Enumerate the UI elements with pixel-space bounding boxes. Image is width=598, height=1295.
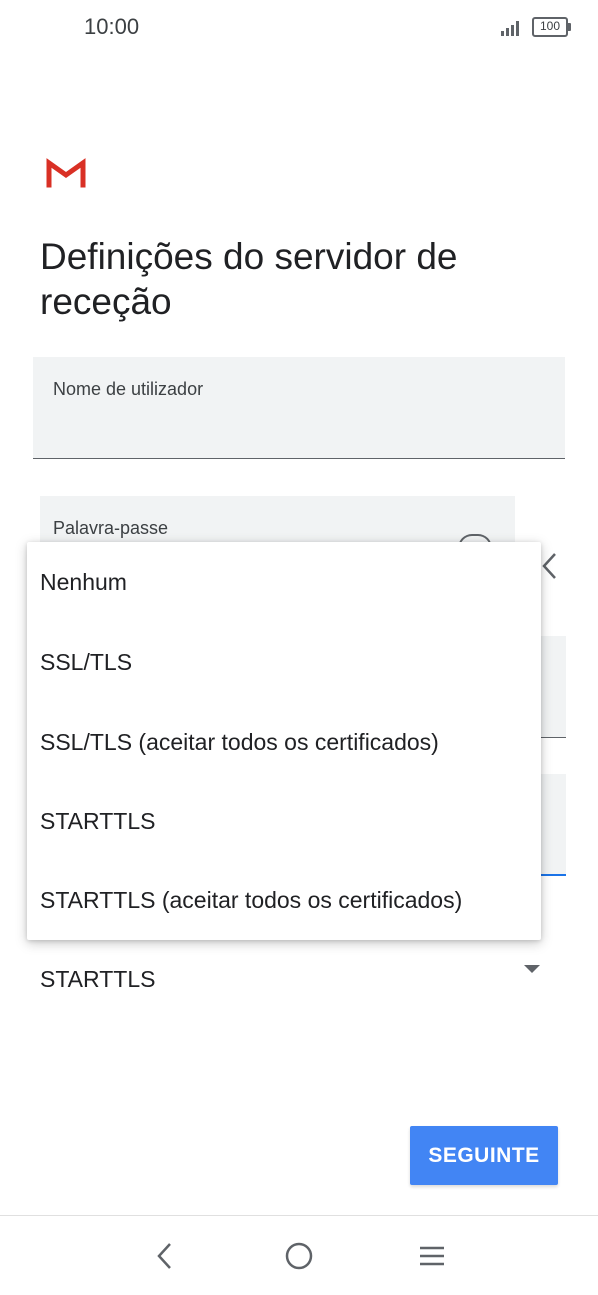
battery-level: 100 [539,19,561,33]
menu-icon[interactable] [416,1240,448,1272]
menu-item-ssl-tls-accept-all[interactable]: SSL/TLS (aceitar todos os certificados) [27,702,541,782]
battery-icon: 100 [532,17,568,37]
security-options-menu: Nenhum SSL/TLS SSL/TLS (aceitar todos os… [27,542,541,940]
server-field[interactable] [540,636,566,738]
chevron-back-icon[interactable] [540,552,560,580]
username-field[interactable]: Nome de utilizador [33,357,565,459]
menu-item-none[interactable]: Nenhum [27,542,541,622]
status-bar: 10:00 100 [0,0,598,56]
username-label: Nome de utilizador [53,379,204,399]
next-button[interactable]: SEGUINTE [410,1126,558,1185]
password-label: Palavra-passe [53,518,169,538]
port-field[interactable] [540,774,566,876]
battery-tip [568,23,571,31]
menu-item-starttls[interactable]: STARTTLS [27,781,541,861]
status-time: 10:00 [84,14,140,39]
menu-item-ssl-tls[interactable]: SSL/TLS [27,622,541,702]
home-icon[interactable] [283,1240,315,1272]
security-type-select[interactable]: STARTTLS [40,960,550,1000]
dropdown-arrow-icon [524,965,540,973]
menu-item-starttls-accept-all[interactable]: STARTTLS (aceitar todos os certificados) [27,860,541,940]
signal-icon [501,20,521,36]
back-icon[interactable] [150,1240,182,1272]
gmail-logo [46,158,86,188]
page-title: Definições do servidor de receção [40,236,458,322]
security-type-value: STARTTLS [40,966,156,992]
navigation-bar [0,1215,598,1295]
